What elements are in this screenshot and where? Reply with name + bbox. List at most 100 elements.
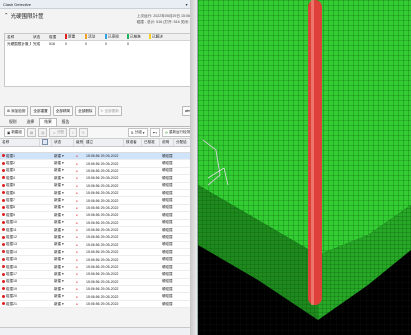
- table-row[interactable]: 碰撞21 新建 ▾ ● 15:06:56 29-05-2022 硬碰撞: [0, 301, 197, 309]
- summary-col-status[interactable]: 状态: [31, 35, 47, 40]
- table-row[interactable]: 碰撞9 新建 ▾ ● 15:06:56 29-05-2022 硬碰撞: [0, 212, 197, 220]
- row-status[interactable]: 新建 ▾: [52, 176, 74, 181]
- row-status[interactable]: 新建 ▾: [52, 205, 74, 210]
- row-status[interactable]: 新建 ▾: [52, 198, 74, 203]
- unassign-button[interactable]: ☓: [69, 128, 77, 137]
- row-status[interactable]: 新建 ▾: [52, 228, 74, 233]
- comment-icon: ✎: [81, 130, 85, 135]
- reviewed-color-swatch: [105, 34, 107, 40]
- row-status[interactable]: 新建 ▾: [52, 183, 74, 188]
- collapse-icon[interactable]: ▾: [186, 2, 188, 7]
- table-row[interactable]: 碰撞12 新建 ▾ ● 15:06:56 29-05-2022 硬碰撞: [0, 234, 197, 242]
- row-status[interactable]: 新建 ▾: [52, 257, 74, 262]
- compact-all-button[interactable]: 全部精简: [52, 106, 74, 116]
- tab-select[interactable]: 选择: [22, 118, 40, 126]
- status-dot-icon: [2, 154, 5, 158]
- table-row[interactable]: 碰撞3 新建 ▾ ● 15:06:56 29-05-2022 硬碰撞: [0, 168, 197, 176]
- row-status[interactable]: 新建 ▾: [52, 161, 74, 166]
- table-row[interactable]: 碰撞4 新建 ▾ ● 15:06:56 29-05-2022 硬碰撞: [0, 175, 197, 183]
- col-created[interactable]: 建立: [84, 139, 124, 146]
- table-row[interactable]: 碰撞8 新建 ▾ ● 15:06:56 29-05-2022 硬碰撞: [0, 205, 197, 213]
- summary-col-approved[interactable]: 已核准: [125, 34, 147, 40]
- table-row[interactable]: 碰撞10 新建 ▾ ● 15:06:56 29-05-2022 硬碰撞: [0, 220, 197, 227]
- row-status[interactable]: 新建 ▾: [52, 235, 74, 240]
- row-status[interactable]: 新建 ▾: [52, 265, 74, 270]
- summary-col-name[interactable]: 名称: [5, 35, 31, 40]
- col-description[interactable]: 说明: [160, 139, 174, 146]
- row-status[interactable]: 新建 ▾: [52, 154, 74, 159]
- table-row[interactable]: 碰撞13 新建 ▾ ● 15:06:56 29-05-2022 硬碰撞: [0, 242, 197, 250]
- update-all-button[interactable]: ↻ 全部更新: [97, 106, 122, 116]
- table-row[interactable]: 碰撞18 新建 ▾ ● 15:06:56 29-05-2022 硬碰撞: [0, 279, 197, 287]
- status-dot-icon: [2, 302, 5, 306]
- row-description: 硬碰撞: [162, 242, 173, 247]
- table-row[interactable]: 碰撞2 新建 ▾ ● 15:06:56 29-05-2022 硬碰撞: [0, 160, 197, 168]
- summary-col-resolved[interactable]: 已解决: [147, 34, 169, 40]
- row-name: 碰撞16: [0, 265, 40, 270]
- row-status[interactable]: 新建 ▾: [52, 242, 74, 247]
- delete-all-button[interactable]: 全部删除: [75, 106, 96, 116]
- row-level-icon: ●: [76, 250, 78, 255]
- tab-rules[interactable]: 规则: [4, 118, 22, 126]
- scrollbar[interactable]: [190, 0, 197, 335]
- group-tool-2[interactable]: ▥: [38, 128, 48, 137]
- new-group-button[interactable]: ▣ 新建组: [4, 128, 25, 137]
- chevron-up-icon[interactable]: ⌃: [4, 13, 9, 19]
- group-by-button[interactable]: ⇅ 分组 ▾: [127, 128, 148, 137]
- summary-col-active[interactable]: 活动: [83, 34, 103, 40]
- status-dot-icon: [2, 272, 5, 276]
- col-approver[interactable]: 核准者: [124, 139, 142, 146]
- table-row[interactable]: 碰撞1 新建 ▾ ● 15:06:56 29-05-2022 硬碰撞: [0, 153, 197, 161]
- row-status[interactable]: 新建 ▾: [52, 287, 74, 292]
- summary-row[interactable]: 光硬围限针筐 风成 完成 516 0 0 0 0: [5, 41, 192, 47]
- filter-icon: ⏷▾: [152, 130, 158, 135]
- tab-report[interactable]: 报告: [57, 118, 75, 126]
- chevron-down-icon: ▾: [61, 212, 64, 217]
- row-status[interactable]: 新建 ▾: [52, 294, 74, 299]
- row-status[interactable]: 新建 ▾: [52, 213, 74, 218]
- comment-button[interactable]: ✎: [78, 128, 88, 137]
- reset-all-button[interactable]: 全部重置: [30, 106, 51, 116]
- resolved-color-swatch: [149, 34, 151, 40]
- table-row[interactable]: 碰撞14 新建 ▾ ● 15:06:56 29-05-2022 硬碰撞: [0, 249, 197, 257]
- status-dot-icon: [2, 279, 5, 283]
- col-icons[interactable]: [40, 139, 52, 146]
- 3d-viewport[interactable]: [198, 0, 411, 335]
- row-status[interactable]: 新建 ▾: [52, 250, 74, 255]
- table-row[interactable]: 碰撞15 新建 ▾ ● 15:06:56 29-05-2022 硬碰撞: [0, 256, 197, 264]
- table-row[interactable]: 碰撞7 新建 ▾ ● 15:06:56 29-05-2022 硬碰撞: [0, 197, 197, 205]
- row-status[interactable]: 新建 ▾: [52, 272, 74, 277]
- summary-col-reviewed[interactable]: 已审阅: [103, 34, 125, 40]
- table-row[interactable]: 碰撞17 新建 ▾ ● 15:06:56 29-05-2022 硬碰撞: [0, 271, 197, 279]
- row-created: 15:06:56 29-05-2022: [86, 250, 119, 255]
- table-row[interactable]: 碰撞5 新建 ▾ ● 15:06:56 29-05-2022 硬碰撞: [0, 183, 197, 190]
- col-level[interactable]: 级别: [74, 139, 84, 146]
- add-test-button[interactable]: ⊞ 添加检测: [4, 106, 29, 116]
- row-created: 15:06:56 29-05-2022: [86, 228, 119, 233]
- filter-button[interactable]: ⏷▾: [149, 128, 161, 137]
- group-tool-1[interactable]: ▤: [26, 128, 37, 137]
- table-row[interactable]: 碰撞6 新建 ▾ ● 15:06:56 29-05-2022 硬碰撞: [0, 190, 197, 198]
- test-title: 光硬围限针筐: [10, 14, 44, 20]
- summary-col-clashes[interactable]: 碰撞: [47, 35, 63, 40]
- col-name[interactable]: 名称: [0, 139, 40, 146]
- col-status[interactable]: 状态: [52, 139, 74, 146]
- summary-col-new[interactable]: 新建: [63, 34, 83, 40]
- col-approved[interactable]: 已核准: [142, 139, 160, 146]
- row-status[interactable]: 新建 ▾: [52, 191, 74, 196]
- row-status[interactable]: 新建 ▾: [52, 220, 74, 225]
- row-status[interactable]: 新建 ▾: [52, 168, 74, 173]
- table-row[interactable]: 碰撞16 新建 ▾ ● 15:06:56 29-05-2022 硬碰撞: [0, 264, 197, 272]
- row-status[interactable]: 新建 ▾: [52, 279, 74, 284]
- rerun-button[interactable]: ⟳ 重新运行检测: [162, 128, 193, 137]
- update-all-label: 全部更新: [104, 108, 119, 113]
- tab-results[interactable]: 结果: [39, 118, 57, 126]
- table-row[interactable]: 碰撞11 新建 ▾ ● 15:06:56 29-05-2022 硬碰撞: [0, 227, 197, 235]
- table-row[interactable]: 碰撞20 新建 ▾ ● 15:06:56 29-05-2022 硬碰撞: [0, 293, 197, 301]
- row-name: 碰撞19: [0, 287, 40, 292]
- sort-icon: ⇅: [130, 130, 134, 135]
- table-row[interactable]: 碰撞19 新建 ▾ ● 15:06:56 29-05-2022 硬碰撞: [0, 286, 197, 294]
- row-level-icon: ●: [76, 168, 78, 173]
- assign-button[interactable]: ☺ 分配: [49, 128, 68, 137]
- row-status[interactable]: 新建 ▾: [52, 302, 74, 307]
